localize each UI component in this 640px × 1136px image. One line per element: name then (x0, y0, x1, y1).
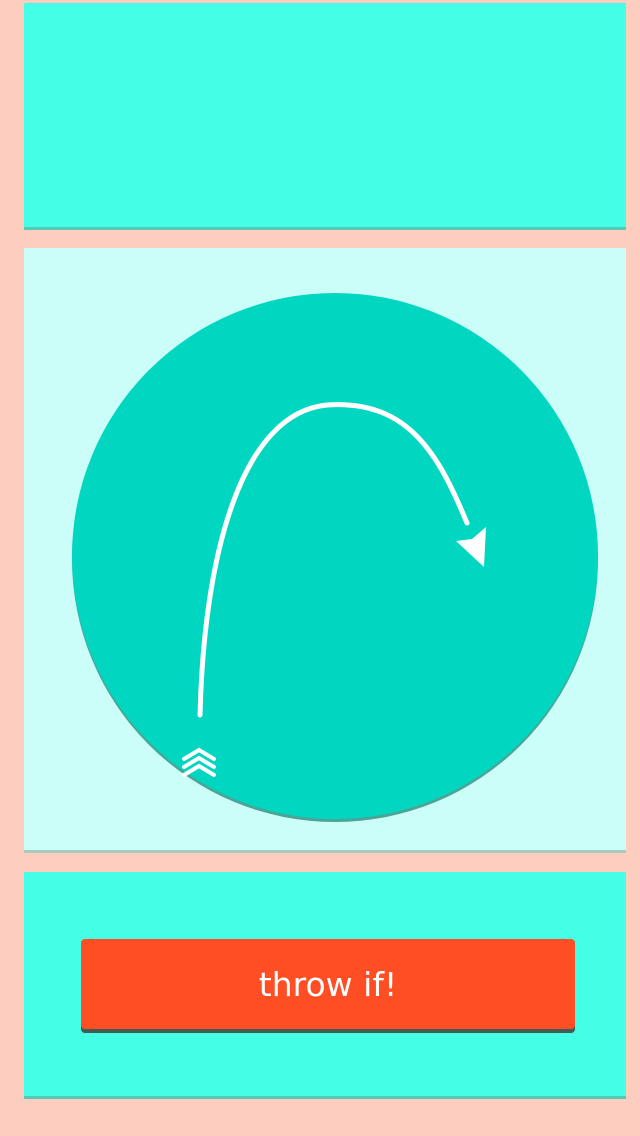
throw-area-panel (24, 248, 626, 850)
bottom-panel: throw if! (24, 872, 626, 1096)
throw-button[interactable]: throw if! (81, 939, 575, 1029)
curved-arrow-icon (182, 402, 486, 777)
throw-dial[interactable] (72, 293, 598, 819)
top-panel (24, 3, 626, 227)
